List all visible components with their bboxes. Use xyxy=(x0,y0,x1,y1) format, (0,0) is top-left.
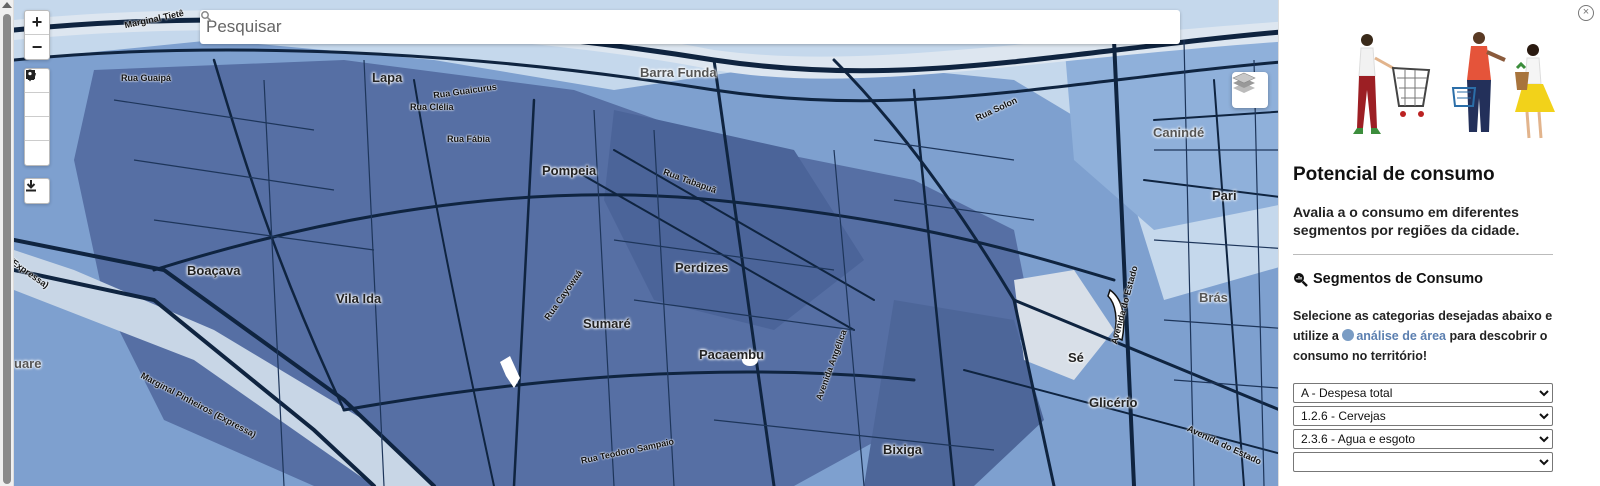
district-label: Boaçava xyxy=(187,263,241,278)
search-stats-icon xyxy=(1294,272,1308,287)
export-control xyxy=(24,178,50,204)
district-label: Brás xyxy=(1199,290,1228,305)
search-input[interactable] xyxy=(206,17,1106,37)
district-label: Sé xyxy=(1068,350,1084,365)
street-label: Rua Guaipá xyxy=(121,73,172,83)
search-icon xyxy=(201,11,212,22)
shoppers-illustration xyxy=(1353,32,1555,139)
layers-icon xyxy=(1232,72,1256,93)
district-label: Pompeia xyxy=(542,163,597,178)
side-panel: × Potencial de consumo Avalia a o consum… xyxy=(1278,0,1600,486)
draw-toolbar xyxy=(24,68,50,166)
segments-section-title: Segmentos de Consumo xyxy=(1313,271,1483,287)
zoom-control: + − xyxy=(24,10,50,60)
district-label: Canindé xyxy=(1153,125,1205,140)
marker-icon xyxy=(26,69,34,82)
district-label: Pacaembu xyxy=(699,347,765,362)
panel-description: Avalia a o consumo em diferentes segment… xyxy=(1293,204,1520,238)
segment-select-2[interactable]: 1.2.6 - Cervejas xyxy=(1293,406,1553,426)
district-label: Vila Ida xyxy=(336,291,382,306)
search-bar[interactable] xyxy=(200,10,1180,44)
download-icon xyxy=(26,180,36,192)
page-scrollbar[interactable] xyxy=(0,0,14,486)
zoom-out-button[interactable]: − xyxy=(25,35,49,59)
segment-select-4[interactable] xyxy=(1293,452,1553,472)
panel-divider xyxy=(1293,254,1553,255)
close-panel-button[interactable]: × xyxy=(1578,5,1594,21)
draw-marker-button[interactable] xyxy=(25,69,49,165)
app-root: Lapa Barra Funda Pompeia Perdizes Boaçav… xyxy=(0,0,1600,486)
layers-button[interactable] xyxy=(1232,72,1268,108)
draw-circle-button[interactable] xyxy=(25,70,49,141)
district-label: Glicério xyxy=(1089,395,1138,410)
download-button[interactable] xyxy=(25,179,49,203)
district-label: Perdizes xyxy=(675,260,729,275)
panel-title: Potencial de consumo xyxy=(1293,164,1495,185)
district-label: uare xyxy=(14,356,42,371)
segments-section-header: Segmentos de Consumo xyxy=(1293,271,1483,287)
segment-select-1[interactable]: A - Despesa total xyxy=(1293,383,1553,403)
segments-help-text: Selecione as categorias desejadas abaixo… xyxy=(1293,306,1555,366)
district-label: Barra Funda xyxy=(640,65,717,80)
area-analysis-link[interactable]: análise de área xyxy=(1356,329,1446,343)
zoom-in-button[interactable]: + xyxy=(25,11,49,35)
scroll-up-arrow-icon[interactable] xyxy=(2,2,12,8)
segment-select-3[interactable]: 2.3.6 - Agua e esgoto xyxy=(1293,429,1553,449)
scrollbar-thumb[interactable] xyxy=(3,14,11,484)
district-label: Bixiga xyxy=(883,442,923,457)
map-canvas[interactable]: Lapa Barra Funda Pompeia Perdizes Boaçav… xyxy=(14,0,1304,486)
street-label: Rua Clélia xyxy=(410,102,454,112)
draw-rectangle-button[interactable] xyxy=(25,70,49,117)
district-label: Lapa xyxy=(372,70,403,85)
area-analysis-icon xyxy=(1342,329,1355,341)
district-label: Pari xyxy=(1212,188,1237,203)
district-label: Sumaré xyxy=(583,316,631,331)
street-label: Rua Fábia xyxy=(447,134,491,144)
close-icon: × xyxy=(1582,6,1590,18)
